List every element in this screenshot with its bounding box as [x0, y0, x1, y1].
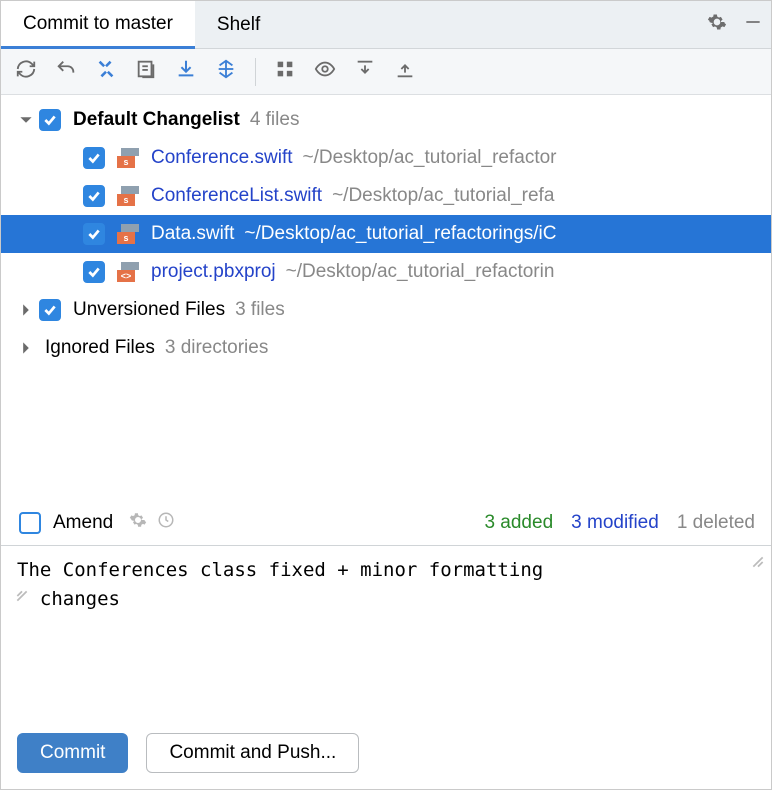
- stats-added: 3 added: [484, 512, 553, 534]
- unversioned-count: 3 files: [235, 299, 285, 321]
- diff-button[interactable]: [89, 55, 123, 89]
- resize-handle-icon[interactable]: [751, 552, 765, 566]
- file-name: Data.swift: [151, 223, 234, 245]
- file-icon: [117, 224, 141, 244]
- amend-checkbox[interactable]: [19, 512, 41, 534]
- gear-icon: [707, 12, 727, 38]
- tab-shelf[interactable]: Shelf: [195, 1, 282, 48]
- button-bar: Commit Commit and Push...: [1, 721, 771, 789]
- stats-modified: 3 modified: [571, 512, 659, 534]
- view-options-button[interactable]: [308, 55, 342, 89]
- diff-icon: [95, 58, 117, 86]
- file-icon: [117, 148, 141, 168]
- grid-icon: [274, 58, 296, 86]
- changes-tree[interactable]: Default Changelist 4 files Conference.sw…: [1, 95, 771, 501]
- clock-icon: [157, 511, 175, 535]
- file-path: ~/Desktop/ac_tutorial_refactorin: [286, 261, 555, 283]
- amend-label: Amend: [53, 512, 113, 534]
- file-row[interactable]: Conference.swift ~/Desktop/ac_tutorial_re…: [1, 139, 771, 177]
- refresh-icon: [15, 58, 37, 86]
- unversioned-checkbox[interactable]: [39, 299, 61, 321]
- tab-commit-label: Commit to master: [23, 13, 173, 35]
- changelist-checkbox[interactable]: [39, 109, 61, 131]
- file-name: Conference.swift: [151, 147, 293, 169]
- commit-message-area[interactable]: The Conferences class fixed + minor form…: [1, 545, 771, 721]
- refresh-button[interactable]: [9, 55, 43, 89]
- expand-all-button[interactable]: [348, 55, 382, 89]
- file-icon: [117, 186, 141, 206]
- resize-handle-icon[interactable]: [15, 586, 29, 600]
- toolbar: [1, 49, 771, 95]
- unversioned-label: Unversioned Files: [73, 299, 225, 321]
- navigate-button[interactable]: [209, 55, 243, 89]
- group-by-button[interactable]: [268, 55, 302, 89]
- tab-commit[interactable]: Commit to master: [1, 1, 195, 49]
- changelist-name: Default Changelist: [73, 109, 240, 131]
- gear-icon: [129, 511, 147, 535]
- collapse-all-button[interactable]: [388, 55, 422, 89]
- default-changelist-node[interactable]: Default Changelist 4 files: [1, 101, 771, 139]
- stats-deleted: 1 deleted: [677, 512, 755, 534]
- commit-button-label: Commit: [40, 742, 105, 764]
- undo-icon: [55, 58, 77, 86]
- chevron-down-icon[interactable]: [13, 113, 39, 127]
- file-icon: [117, 262, 141, 282]
- ignored-label: Ignored Files: [45, 337, 155, 359]
- file-checkbox[interactable]: [83, 185, 105, 207]
- history-button[interactable]: [157, 511, 175, 535]
- changelist-button[interactable]: [129, 55, 163, 89]
- settings-button[interactable]: [699, 1, 735, 48]
- tab-shelf-label: Shelf: [217, 14, 260, 36]
- collapse-icon: [394, 58, 416, 86]
- file-row[interactable]: Data.swift ~/Desktop/ac_tutorial_refactor…: [1, 215, 771, 253]
- minimize-button[interactable]: [735, 1, 771, 48]
- file-checkbox[interactable]: [83, 147, 105, 169]
- commit-message-text[interactable]: The Conferences class fixed + minor form…: [17, 556, 759, 615]
- unversioned-node[interactable]: Unversioned Files 3 files: [1, 291, 771, 329]
- file-checkbox[interactable]: [83, 261, 105, 283]
- ignored-count: 3 directories: [165, 337, 269, 359]
- amend-bar: Amend 3 added 3 modified 1 deleted: [1, 501, 771, 545]
- changelist-icon: [135, 58, 157, 86]
- file-path: ~/Desktop/ac_tutorial_refactor: [303, 147, 557, 169]
- expand-icon: [354, 58, 376, 86]
- download-icon: [175, 58, 197, 86]
- commit-options-button[interactable]: [129, 511, 147, 535]
- file-row[interactable]: ConferenceList.swift ~/Desktop/ac_tutoria…: [1, 177, 771, 215]
- commit-tool-window: Commit to master Shelf Default Changelis…: [0, 0, 772, 790]
- shelve-button[interactable]: [169, 55, 203, 89]
- file-checkbox[interactable]: [83, 223, 105, 245]
- toolbar-separator: [255, 58, 256, 86]
- file-row[interactable]: project.pbxproj ~/Desktop/ac_tutorial_ref…: [1, 253, 771, 291]
- commit-and-push-button[interactable]: Commit and Push...: [146, 733, 359, 773]
- file-path: ~/Desktop/ac_tutorial_refa: [332, 185, 554, 207]
- commit-button[interactable]: Commit: [17, 733, 128, 773]
- chevron-right-icon[interactable]: [13, 341, 39, 355]
- tab-bar: Commit to master Shelf: [1, 1, 771, 49]
- rollback-button[interactable]: [49, 55, 83, 89]
- file-name: project.pbxproj: [151, 261, 276, 283]
- file-name: ConferenceList.swift: [151, 185, 322, 207]
- minimize-icon: [743, 12, 763, 38]
- eye-icon: [314, 58, 336, 86]
- chevron-right-icon[interactable]: [13, 303, 39, 317]
- file-path: ~/Desktop/ac_tutorial_refactorings/iC: [244, 223, 556, 245]
- arrows-icon: [215, 58, 237, 86]
- commit-and-push-label: Commit and Push...: [169, 742, 336, 764]
- changelist-count: 4 files: [250, 109, 300, 131]
- ignored-node[interactable]: Ignored Files 3 directories: [1, 329, 771, 367]
